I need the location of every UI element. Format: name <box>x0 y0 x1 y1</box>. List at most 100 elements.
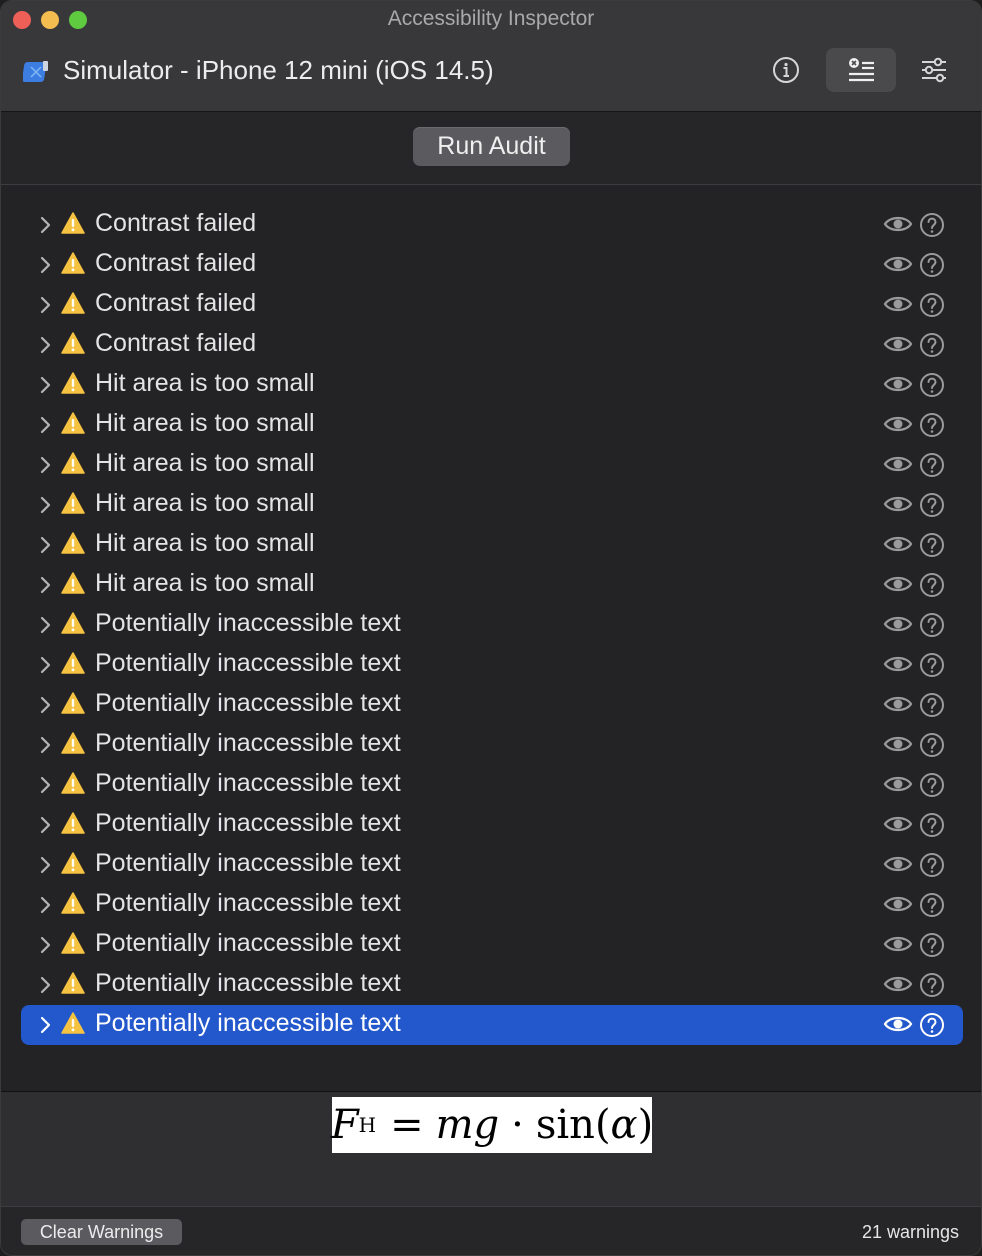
issue-row[interactable]: Hit area is too small <box>21 565 963 605</box>
issue-row[interactable]: Potentially inaccessible text <box>21 805 963 845</box>
issue-row[interactable]: Potentially inaccessible text <box>21 925 963 965</box>
disclosure-chevron-icon[interactable] <box>39 335 53 355</box>
help-icon[interactable] <box>919 332 945 358</box>
help-icon[interactable] <box>919 212 945 238</box>
disclosure-chevron-icon[interactable] <box>39 255 53 275</box>
help-icon[interactable] <box>919 252 945 278</box>
eye-icon[interactable] <box>883 493 913 515</box>
help-icon[interactable] <box>919 1012 945 1038</box>
eye-icon[interactable] <box>883 253 913 275</box>
help-icon[interactable] <box>919 692 945 718</box>
target-selector[interactable]: Simulator - iPhone 12 mini (iOS 14.5) <box>63 55 494 86</box>
eye-icon[interactable] <box>883 813 913 835</box>
disclosure-chevron-icon[interactable] <box>39 495 53 515</box>
eye-icon[interactable] <box>883 213 913 235</box>
help-icon[interactable] <box>919 372 945 398</box>
run-audit-button[interactable]: Run Audit <box>413 127 570 166</box>
eye-icon[interactable] <box>883 293 913 315</box>
eye-icon[interactable] <box>883 453 913 475</box>
disclosure-chevron-icon[interactable] <box>39 615 53 635</box>
help-icon[interactable] <box>919 732 945 758</box>
settings-mode-button[interactable] <box>899 48 969 92</box>
disclosure-chevron-icon[interactable] <box>39 855 53 875</box>
issue-row[interactable]: Potentially inaccessible text <box>21 965 963 1005</box>
eye-icon[interactable] <box>883 773 913 795</box>
issue-row[interactable]: Potentially inaccessible text <box>21 845 963 885</box>
disclosure-chevron-icon[interactable] <box>39 735 53 755</box>
help-icon[interactable] <box>919 652 945 678</box>
eye-icon[interactable] <box>883 693 913 715</box>
help-icon[interactable] <box>919 932 945 958</box>
warning-icon <box>61 332 85 354</box>
eye-icon[interactable] <box>883 413 913 435</box>
eye-icon[interactable] <box>883 853 913 875</box>
help-icon[interactable] <box>919 892 945 918</box>
formula-alpha: α <box>610 1102 638 1148</box>
issue-row[interactable]: Hit area is too small <box>21 405 963 445</box>
eye-icon[interactable] <box>883 333 913 355</box>
disclosure-chevron-icon[interactable] <box>39 535 53 555</box>
inspection-mode-button[interactable] <box>751 48 821 92</box>
eye-icon[interactable] <box>883 533 913 555</box>
disclosure-chevron-icon[interactable] <box>39 695 53 715</box>
disclosure-chevron-icon[interactable] <box>39 1015 53 1035</box>
issue-row[interactable]: Contrast failed <box>21 325 963 365</box>
help-icon[interactable] <box>919 852 945 878</box>
eye-icon[interactable] <box>883 573 913 595</box>
eye-icon[interactable] <box>883 933 913 955</box>
disclosure-chevron-icon[interactable] <box>39 775 53 795</box>
issue-row[interactable]: Contrast failed <box>21 285 963 325</box>
issue-row[interactable]: Potentially inaccessible text <box>21 645 963 685</box>
formula-image: F H = mg · sin(α) <box>331 1097 653 1153</box>
eye-icon[interactable] <box>883 653 913 675</box>
issue-detail-panel: F H = mg · sin(α) <box>1 1091 981 1206</box>
accessibility-inspector-window: Accessibility Inspector Simulator - iPho… <box>0 0 982 1256</box>
issue-row[interactable]: Hit area is too small <box>21 485 963 525</box>
disclosure-chevron-icon[interactable] <box>39 815 53 835</box>
help-icon[interactable] <box>919 812 945 838</box>
help-icon[interactable] <box>919 972 945 998</box>
help-icon[interactable] <box>919 412 945 438</box>
eye-icon[interactable] <box>883 1013 913 1035</box>
eye-icon[interactable] <box>883 893 913 915</box>
issue-row[interactable]: Potentially inaccessible text <box>21 1005 963 1045</box>
eye-icon[interactable] <box>883 373 913 395</box>
help-icon[interactable] <box>919 292 945 318</box>
disclosure-chevron-icon[interactable] <box>39 215 53 235</box>
audit-mode-button[interactable] <box>826 48 896 92</box>
issue-row[interactable]: Potentially inaccessible text <box>21 605 963 645</box>
warning-icon <box>61 812 85 834</box>
issue-row[interactable]: Contrast failed <box>21 245 963 285</box>
disclosure-chevron-icon[interactable] <box>39 975 53 995</box>
formula-dot: · <box>511 1102 524 1148</box>
disclosure-chevron-icon[interactable] <box>39 295 53 315</box>
issue-row[interactable]: Potentially inaccessible text <box>21 765 963 805</box>
disclosure-chevron-icon[interactable] <box>39 895 53 915</box>
issue-row[interactable]: Potentially inaccessible text <box>21 725 963 765</box>
help-icon[interactable] <box>919 772 945 798</box>
disclosure-chevron-icon[interactable] <box>39 455 53 475</box>
help-icon[interactable] <box>919 532 945 558</box>
help-icon[interactable] <box>919 492 945 518</box>
disclosure-chevron-icon[interactable] <box>39 575 53 595</box>
issue-row[interactable]: Potentially inaccessible text <box>21 685 963 725</box>
disclosure-chevron-icon[interactable] <box>39 375 53 395</box>
help-icon[interactable] <box>919 612 945 638</box>
eye-icon[interactable] <box>883 973 913 995</box>
eye-icon[interactable] <box>883 613 913 635</box>
eye-icon[interactable] <box>883 733 913 755</box>
disclosure-chevron-icon[interactable] <box>39 415 53 435</box>
disclosure-chevron-icon[interactable] <box>39 935 53 955</box>
issue-row[interactable]: Hit area is too small <box>21 525 963 565</box>
warning-icon <box>61 1012 85 1034</box>
clear-warnings-button[interactable]: Clear Warnings <box>21 1219 182 1245</box>
issue-row[interactable]: Potentially inaccessible text <box>21 885 963 925</box>
help-icon[interactable] <box>919 572 945 598</box>
help-icon[interactable] <box>919 452 945 478</box>
disclosure-chevron-icon[interactable] <box>39 655 53 675</box>
issue-row[interactable]: Contrast failed <box>21 205 963 245</box>
issue-label: Potentially inaccessible text <box>95 929 401 957</box>
issue-row[interactable]: Hit area is too small <box>21 365 963 405</box>
issue-row[interactable]: Hit area is too small <box>21 445 963 485</box>
warning-icon <box>61 412 85 434</box>
